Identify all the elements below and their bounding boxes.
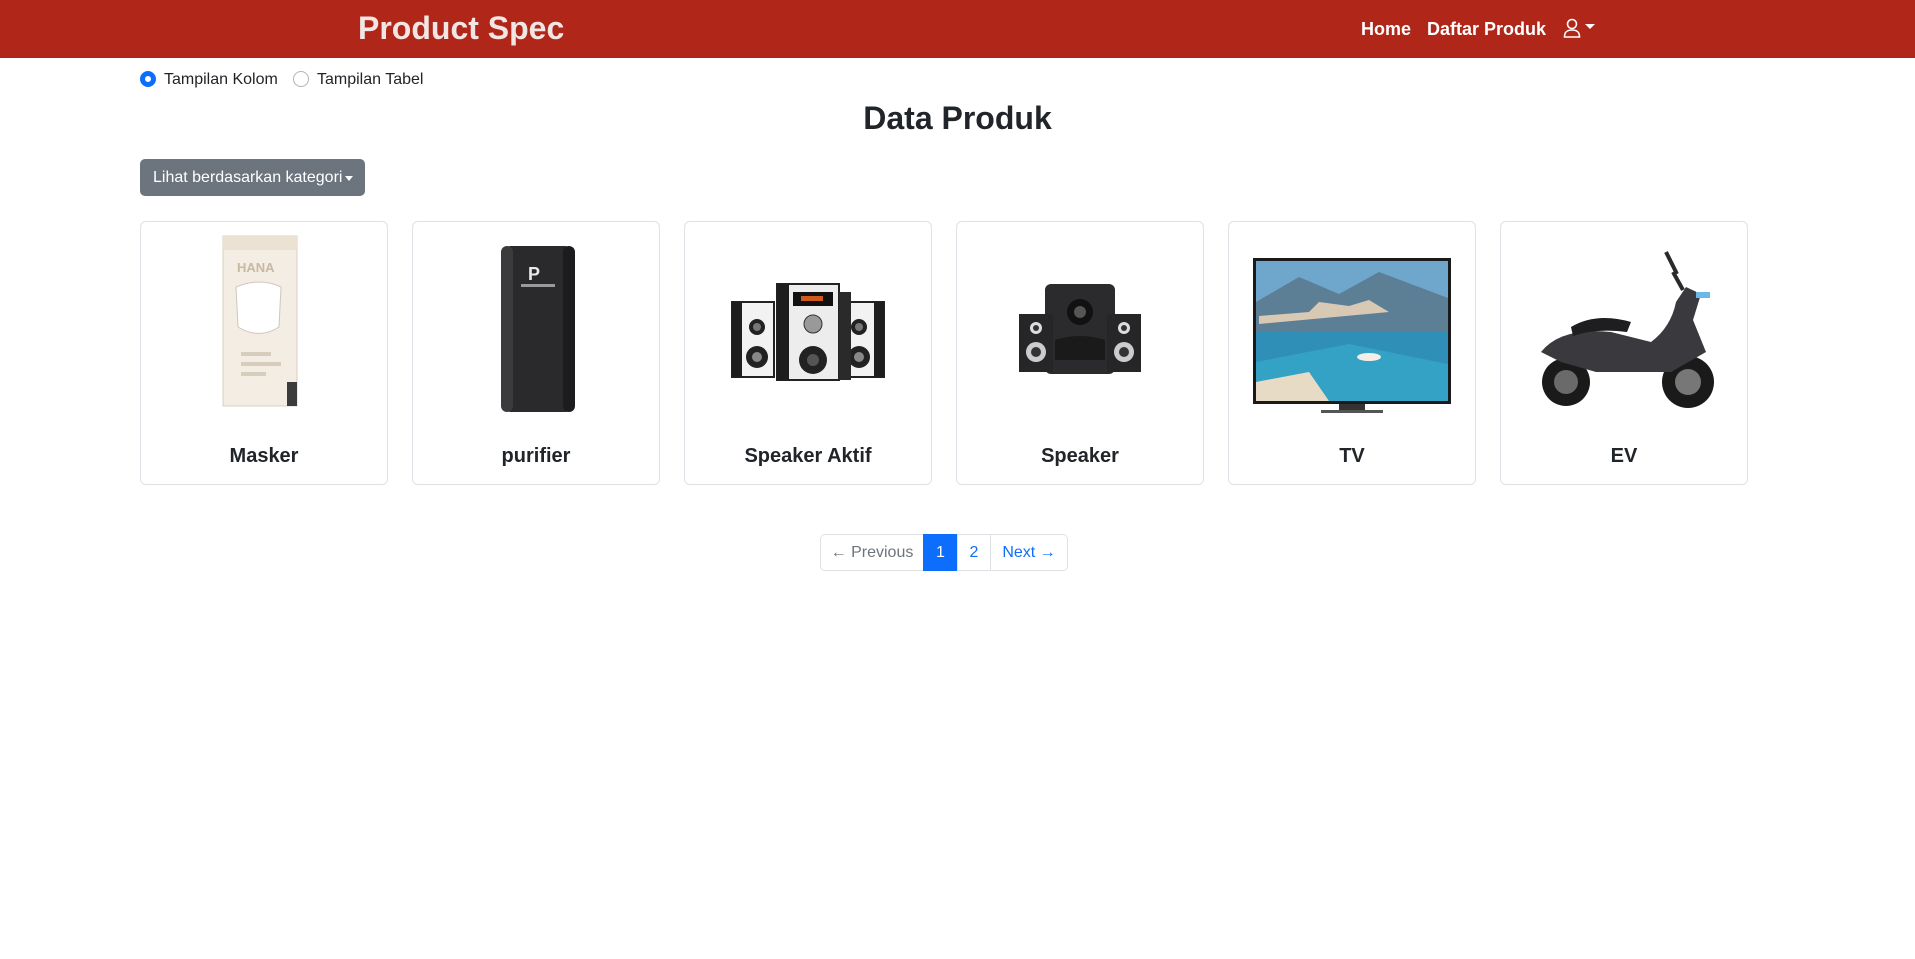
mask-box-image: HANA bbox=[141, 232, 387, 422]
product-name: EV bbox=[1610, 445, 1638, 467]
radio-label-tabel: Tampilan Tabel bbox=[317, 71, 424, 88]
nav-daftar-produk-link[interactable]: Daftar Produk bbox=[1427, 17, 1546, 41]
product-name: purifier bbox=[501, 445, 571, 467]
pagination-previous[interactable]: ← Previous bbox=[820, 534, 924, 571]
product-name: Speaker Aktif bbox=[744, 445, 872, 467]
electric-scooter-image bbox=[1501, 232, 1747, 422]
brand-title[interactable]: Product Spec bbox=[358, 8, 564, 48]
svg-text:HANA: HANA bbox=[237, 260, 275, 275]
page-title: Data Produk bbox=[863, 100, 1052, 136]
chevron-down-icon bbox=[345, 176, 353, 181]
top-navbar: Product Spec Home Daftar Produk bbox=[0, 0, 1915, 58]
radio-unchecked-icon[interactable] bbox=[293, 71, 309, 87]
chevron-down-icon bbox=[1585, 24, 1595, 29]
pagination-page-2[interactable]: 2 bbox=[957, 534, 991, 571]
category-filter-label: Lihat berdasarkan kategori bbox=[153, 169, 343, 186]
category-filter-dropdown[interactable]: Lihat berdasarkan kategori bbox=[140, 159, 365, 196]
product-name: Speaker bbox=[1041, 445, 1119, 467]
active-speaker-image bbox=[685, 232, 931, 422]
svg-text:P: P bbox=[528, 264, 540, 284]
radio-checked-icon[interactable] bbox=[140, 71, 156, 87]
air-purifier-image: P bbox=[413, 232, 659, 422]
user-menu-toggle[interactable] bbox=[1563, 16, 1597, 40]
pagination-next[interactable]: Next → bbox=[990, 534, 1068, 571]
speaker-image bbox=[957, 232, 1203, 422]
user-icon bbox=[1563, 18, 1581, 38]
product-card-purifier[interactable]: P purifier bbox=[412, 221, 660, 485]
tv-image bbox=[1229, 232, 1475, 422]
product-name: Masker bbox=[229, 445, 299, 467]
product-card-tv[interactable]: TV bbox=[1228, 221, 1476, 485]
product-name: TV bbox=[1339, 445, 1365, 467]
pagination-page-1[interactable]: 1 bbox=[923, 534, 958, 571]
product-card-ev[interactable]: EV bbox=[1500, 221, 1748, 485]
product-card-speaker[interactable]: Speaker bbox=[956, 221, 1204, 485]
nav-home-link[interactable]: Home bbox=[1361, 17, 1411, 41]
product-card-masker[interactable]: HANA Masker bbox=[140, 221, 388, 485]
radio-label-kolom: Tampilan Kolom bbox=[164, 71, 278, 88]
product-card-speaker-aktif[interactable]: Speaker Aktif bbox=[684, 221, 932, 485]
